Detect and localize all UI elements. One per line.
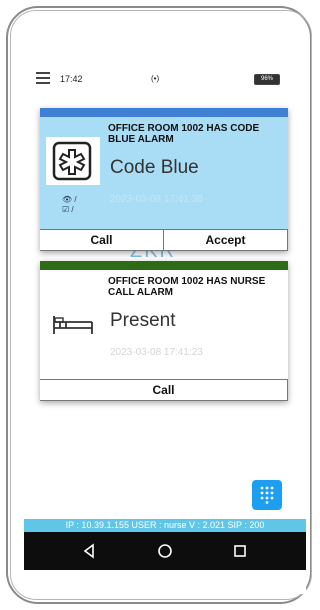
alarm-card-nurse-call[interactable]: OFFICE ROOM 1002 HAS NURSE CALL ALARM Pr… xyxy=(40,261,288,401)
accept-button[interactable]: Accept xyxy=(163,229,288,251)
menu-icon[interactable] xyxy=(36,72,50,84)
call-button[interactable]: Call xyxy=(40,379,288,401)
alarm-status: Code Blue xyxy=(110,157,199,178)
alarm-card-strip xyxy=(40,108,288,117)
alarm-title: OFFICE ROOM 1002 HAS CODE BLUE ALARM xyxy=(108,123,260,145)
alarm-timestamp: 2023-03-08 17:41:30 xyxy=(110,194,203,205)
checkbox-icon: ☑ / xyxy=(62,205,74,214)
app-screen: 17:42 (•) 96% ZKR OFFICE ROOM 1002 HAS C… xyxy=(24,56,306,594)
alarm-card-strip xyxy=(40,261,288,270)
android-nav-bar xyxy=(24,532,306,570)
alarm-actions: Call Accept xyxy=(40,229,288,251)
eye-icon: 👁 / xyxy=(62,195,77,204)
medical-cross-icon xyxy=(46,137,100,185)
call-button[interactable]: Call xyxy=(40,229,164,251)
status-bar: 17:42 (•) 96% xyxy=(24,56,306,100)
dialpad-button[interactable] xyxy=(252,480,282,510)
alarm-timestamp: 2023-03-08 17:41:23 xyxy=(110,347,203,358)
recent-apps-icon[interactable] xyxy=(230,541,250,561)
status-time: 17:42 xyxy=(60,74,83,84)
dialpad-icon xyxy=(260,486,274,504)
alarm-card-code-blue[interactable]: OFFICE ROOM 1002 HAS CODE BLUE ALARM Cod… xyxy=(40,108,288,251)
battery-icon: 96% xyxy=(254,74,280,85)
alarm-card-body: OFFICE ROOM 1002 HAS NURSE CALL ALARM Pr… xyxy=(40,270,288,377)
bed-icon xyxy=(52,314,94,336)
back-icon[interactable] xyxy=(80,541,100,561)
alarm-title: OFFICE ROOM 1002 HAS NURSE CALL ALARM xyxy=(108,276,266,298)
alarm-card-body: OFFICE ROOM 1002 HAS CODE BLUE ALARM Cod… xyxy=(40,117,288,229)
signal-icon: (•) xyxy=(151,74,160,83)
alarm-read-markers: 👁 / ☑ / xyxy=(62,195,77,215)
home-icon[interactable] xyxy=(155,541,175,561)
alarm-status: Present xyxy=(110,310,176,331)
connection-info-bar: IP : 10.39.1.155 USER : nurse V : 2.021 … xyxy=(24,519,306,532)
alarm-actions: Call xyxy=(40,379,288,401)
